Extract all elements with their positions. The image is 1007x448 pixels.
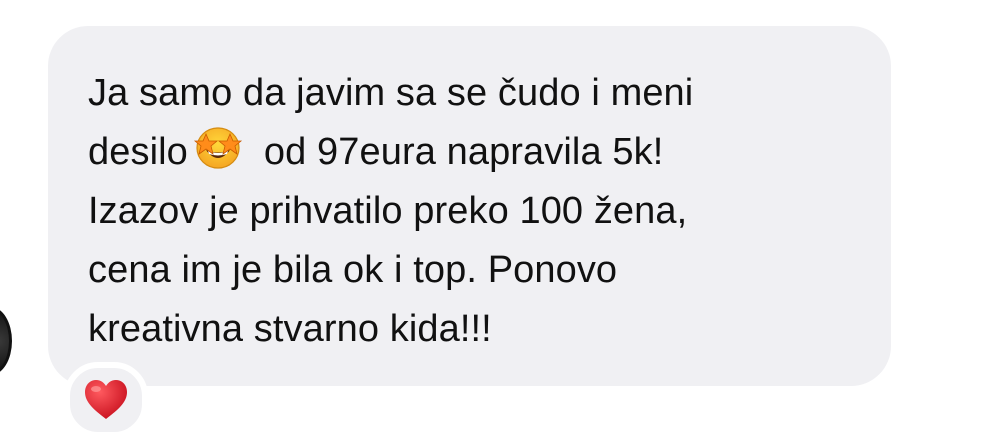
- message-line-3: Izazov je prihvatilo preko 100 žena,: [88, 190, 688, 232]
- red-heart-icon: [85, 380, 127, 419]
- sender-avatar[interactable]: [0, 307, 12, 375]
- message-line-4: cena im je bila ok i top. Ponovo: [88, 249, 618, 291]
- message-line-2-start: desilo: [88, 131, 188, 173]
- heart-reaction-badge[interactable]: [64, 362, 148, 438]
- message-line-2: desilo od 97eura napravila 5k!: [88, 123, 851, 182]
- message-line-2-end: od 97eura napravila 5k!: [263, 131, 664, 173]
- message-bubble[interactable]: Ja samo da javim sa se čudo i meni desil…: [48, 26, 891, 386]
- star-struck-emoji-icon: [193, 127, 242, 169]
- message-line-5: kreativna stvarno kida!!!: [88, 308, 492, 350]
- message-line-1: Ja samo da javim sa se čudo i meni: [88, 72, 694, 114]
